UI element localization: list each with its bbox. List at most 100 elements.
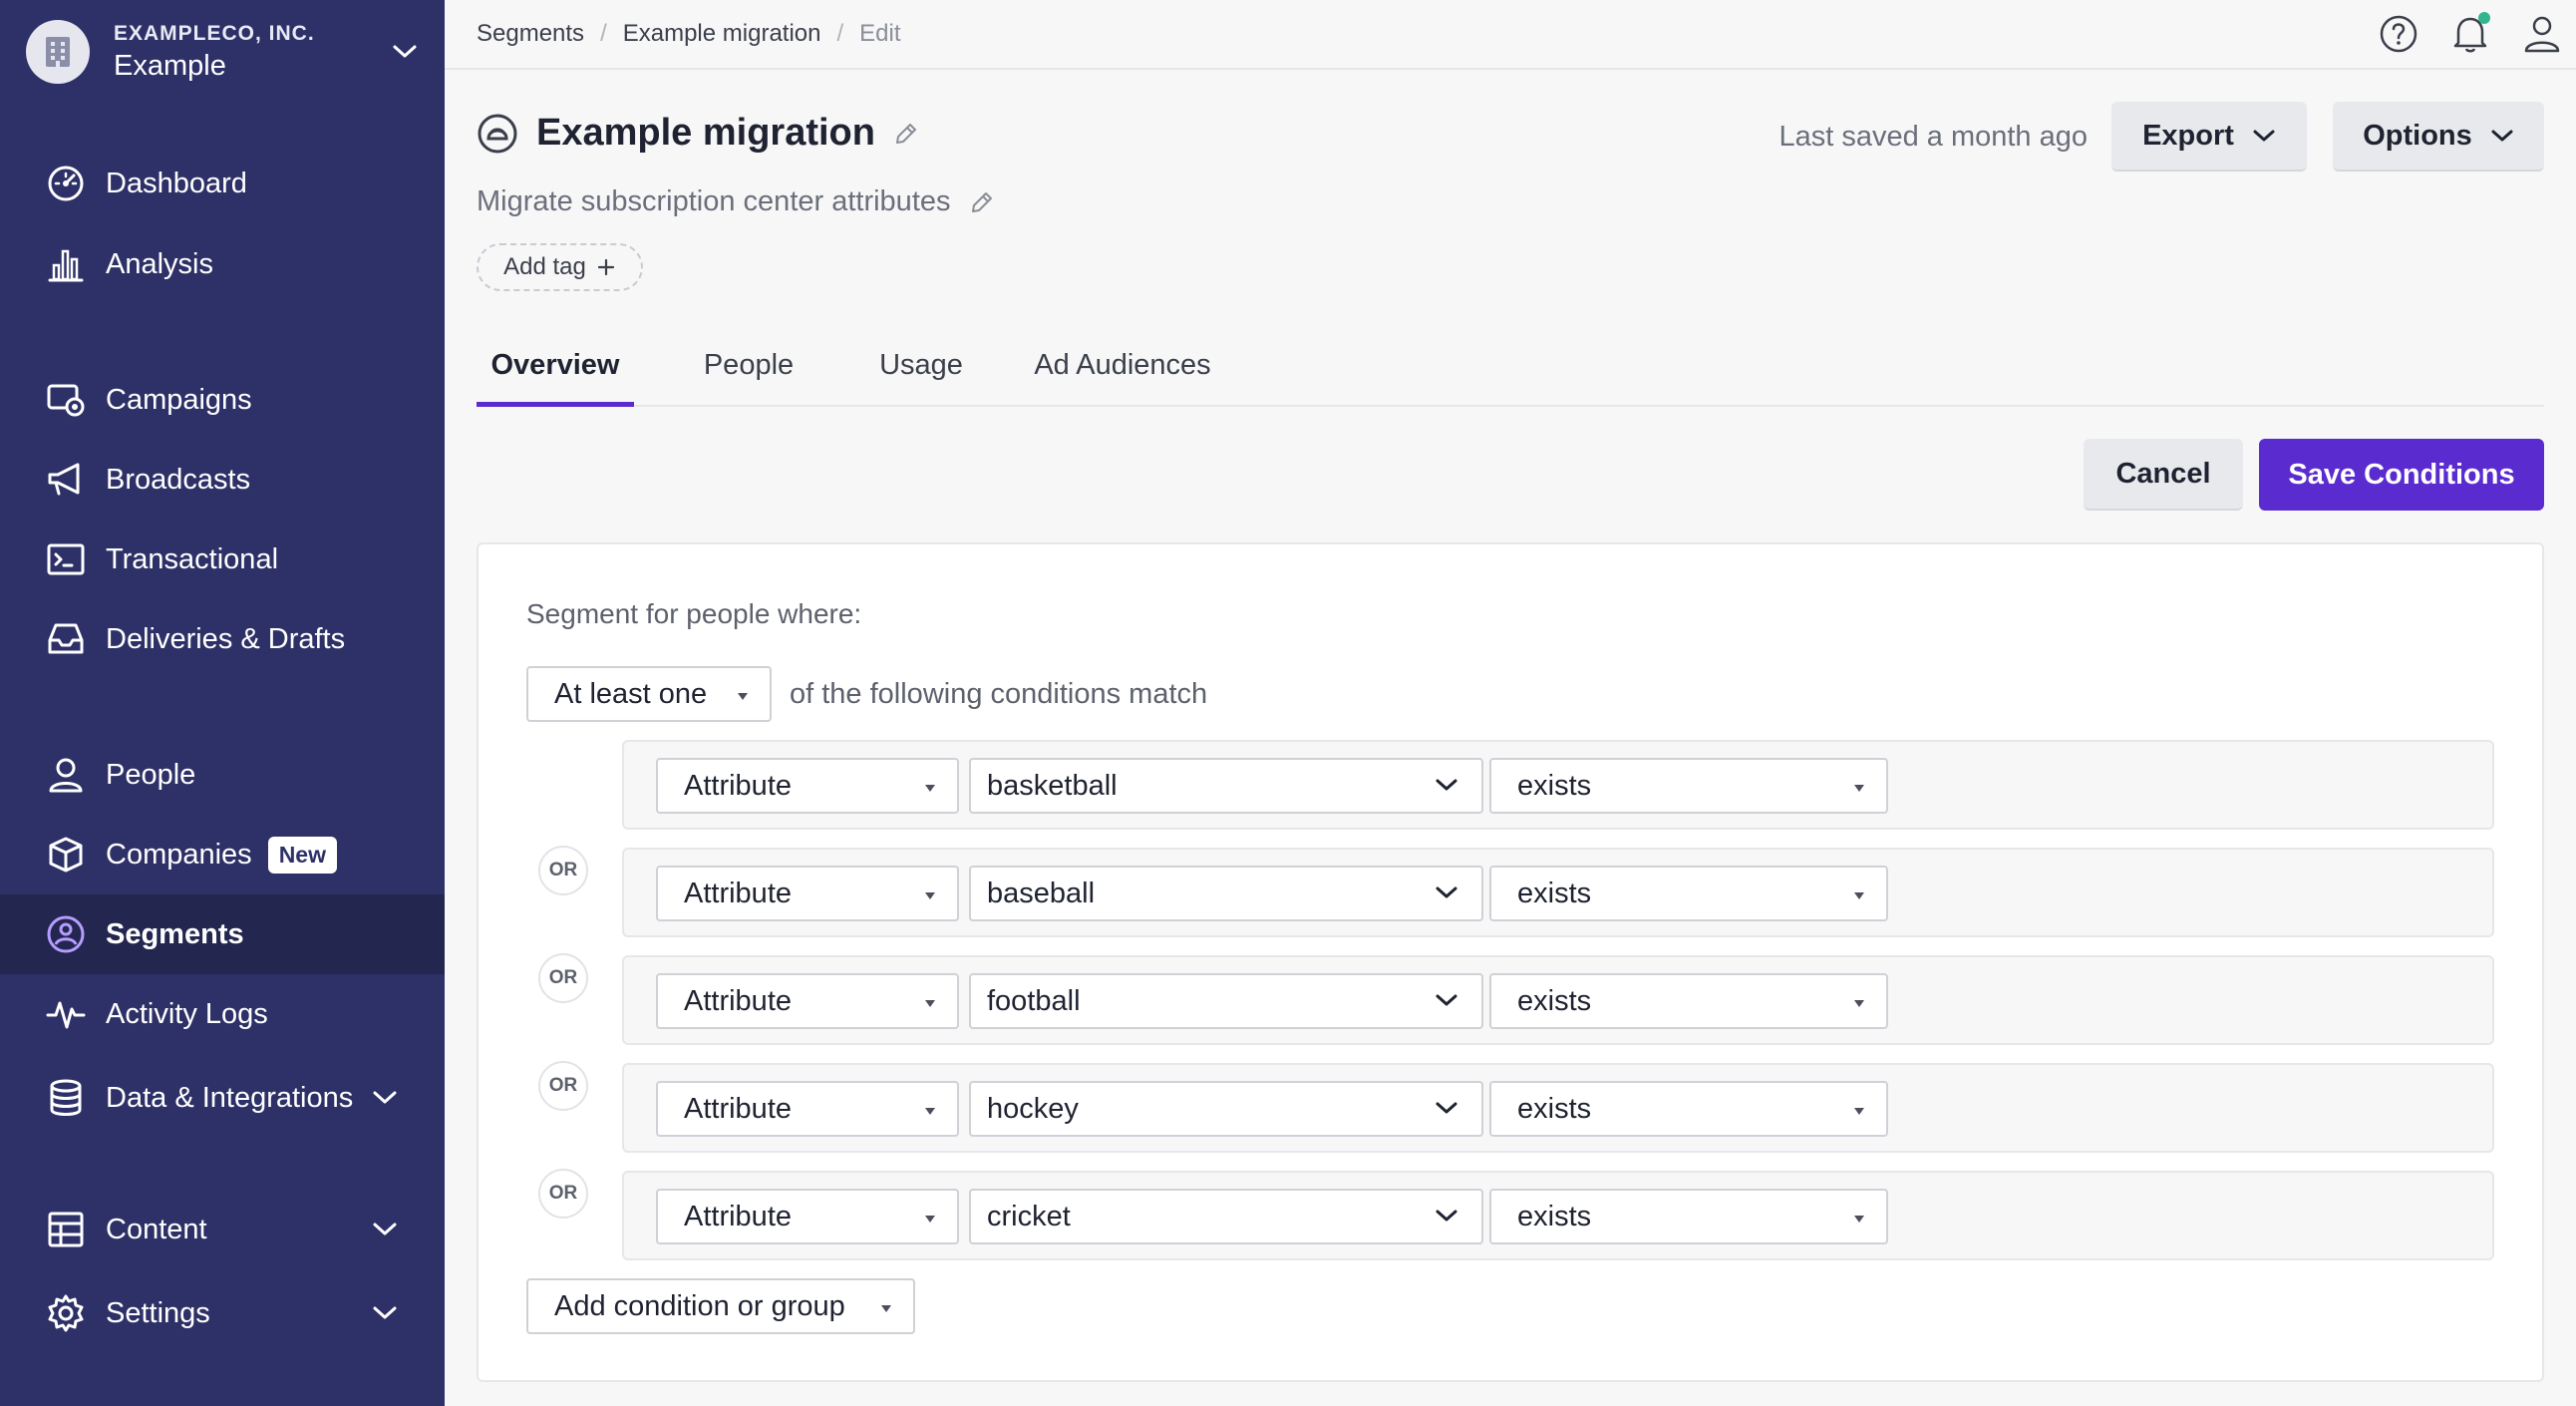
nav-label: Segments	[106, 917, 244, 950]
attribute-select[interactable]: hockey	[969, 1081, 1483, 1137]
attribute-select[interactable]: basketball	[969, 758, 1483, 814]
condition-type-select[interactable]: Attribute	[656, 866, 959, 921]
caret-down-icon	[881, 1305, 891, 1312]
tab-ad-audiences[interactable]: Ad Audiences	[999, 335, 1246, 407]
caret-down-icon	[1854, 892, 1864, 899]
nav-item-data-integrations[interactable]: Data & Integrations	[0, 1058, 445, 1138]
attribute-value: basketball	[987, 769, 1118, 802]
description-row: Migrate subscription center attributes	[477, 185, 995, 218]
nav-label: People	[106, 758, 196, 791]
operator-value: exists	[1517, 984, 1592, 1017]
operator-select[interactable]: exists	[1489, 973, 1888, 1029]
nav-item-dashboard[interactable]: Dashboard	[0, 144, 445, 223]
user-icon[interactable]	[2520, 12, 2564, 56]
condition-type-select[interactable]: Attribute	[656, 758, 959, 814]
megaphone-icon	[46, 460, 86, 500]
bar-chart-icon	[46, 244, 86, 284]
edit-title-icon[interactable]	[893, 121, 919, 147]
operator-value: exists	[1517, 1092, 1592, 1125]
caret-down-icon	[1854, 785, 1864, 792]
add-tag-button[interactable]: Add tag	[477, 243, 643, 291]
notification-dot	[2478, 12, 2490, 24]
nav-item-broadcasts[interactable]: Broadcasts	[0, 440, 445, 520]
nav-label: Transactional	[106, 542, 279, 575]
tab-people[interactable]: People	[674, 335, 823, 407]
options-button[interactable]: Options	[2333, 102, 2544, 172]
condition-row: Attribute cricket exists	[622, 1171, 2494, 1260]
add-condition-label: Add condition or group	[554, 1289, 845, 1322]
operator-value: exists	[1517, 877, 1592, 909]
breadcrumb: Segments / Example migration / Edit	[477, 20, 901, 48]
nav-item-analysis[interactable]: Analysis	[0, 224, 445, 304]
nav-label: Activity Logs	[106, 997, 268, 1030]
condition-type-value: Attribute	[684, 769, 792, 802]
nav-label: Campaigns	[106, 383, 252, 416]
nav-item-transactional[interactable]: Transactional	[0, 520, 445, 599]
operator-select[interactable]: exists	[1489, 866, 1888, 921]
operator-select[interactable]: exists	[1489, 1081, 1888, 1137]
export-button[interactable]: Export	[2111, 102, 2307, 172]
nav-item-activity-logs[interactable]: Activity Logs	[0, 974, 445, 1054]
nav-item-segments[interactable]: Segments	[0, 894, 445, 974]
attribute-value: hockey	[987, 1092, 1079, 1125]
condition-type-value: Attribute	[684, 1092, 792, 1125]
tab-usage[interactable]: Usage	[843, 335, 999, 407]
breadcrumb-segments[interactable]: Segments	[477, 20, 584, 48]
nav-label: Settings	[106, 1296, 210, 1329]
tab-overview[interactable]: Overview	[477, 335, 634, 407]
caret-down-icon	[1854, 1216, 1864, 1223]
operator-select[interactable]: exists	[1489, 758, 1888, 814]
match-type-value: At least one	[554, 677, 708, 710]
page-description: Migrate subscription center attributes	[477, 185, 951, 217]
gauge-icon	[46, 164, 86, 203]
building-icon	[26, 20, 90, 84]
export-label: Export	[2142, 119, 2234, 152]
chevron-down-icon	[365, 1293, 405, 1333]
attribute-select[interactable]: baseball	[969, 866, 1483, 921]
database-icon	[46, 1078, 86, 1118]
gear-icon	[46, 1293, 86, 1333]
save-conditions-button[interactable]: Save Conditions	[2259, 439, 2544, 511]
bell-icon[interactable]	[2448, 12, 2492, 56]
org-name: EXAMPLECO, INC.	[114, 21, 315, 45]
top-bar: Segments / Example migration / Edit	[445, 0, 2576, 70]
segment-icon	[477, 113, 518, 155]
nav-item-campaigns[interactable]: Campaigns	[0, 360, 445, 440]
chevron-down-icon	[2252, 128, 2276, 144]
nav-item-settings[interactable]: Settings	[0, 1273, 445, 1353]
attribute-value: football	[987, 984, 1081, 1017]
pulse-icon	[46, 994, 86, 1034]
attribute-value: cricket	[987, 1200, 1071, 1232]
edit-description-icon[interactable]	[969, 189, 995, 215]
or-badge: OR	[538, 1169, 588, 1219]
add-condition-button[interactable]: Add condition or group	[526, 1278, 915, 1334]
cancel-button[interactable]: Cancel	[2084, 439, 2243, 511]
condition-type-select[interactable]: Attribute	[656, 973, 959, 1029]
nav-item-companies[interactable]: Companies New	[0, 815, 445, 894]
condition-type-value: Attribute	[684, 984, 792, 1017]
operator-select[interactable]: exists	[1489, 1189, 1888, 1244]
attribute-select[interactable]: football	[969, 973, 1483, 1029]
attribute-select[interactable]: cricket	[969, 1189, 1483, 1244]
add-tag-label: Add tag	[503, 253, 586, 280]
nav-item-content[interactable]: Content	[0, 1190, 445, 1269]
match-type-select[interactable]: At least one	[526, 666, 772, 722]
nav-item-deliveries[interactable]: Deliveries & Drafts	[0, 599, 445, 679]
caret-down-icon	[925, 1216, 935, 1223]
chevron-down-icon	[1434, 987, 1459, 1013]
nav-item-people[interactable]: People	[0, 735, 445, 815]
nav-label: Content	[106, 1213, 207, 1245]
condition-type-select[interactable]: Attribute	[656, 1189, 959, 1244]
help-icon[interactable]	[2377, 12, 2420, 56]
inbox-icon	[46, 619, 86, 659]
workspace-switcher[interactable]: EXAMPLECO, INC. Example	[26, 18, 425, 86]
operator-value: exists	[1517, 769, 1592, 802]
caret-down-icon	[925, 785, 935, 792]
nav-label: Companies	[106, 838, 252, 871]
chevron-down-icon	[1434, 1203, 1459, 1229]
breadcrumb-segment[interactable]: Example migration	[623, 20, 821, 48]
last-saved-text: Last saved a month ago	[1778, 121, 2088, 153]
condition-row: Attribute football exists	[622, 955, 2494, 1045]
operator-value: exists	[1517, 1200, 1592, 1232]
condition-type-select[interactable]: Attribute	[656, 1081, 959, 1137]
